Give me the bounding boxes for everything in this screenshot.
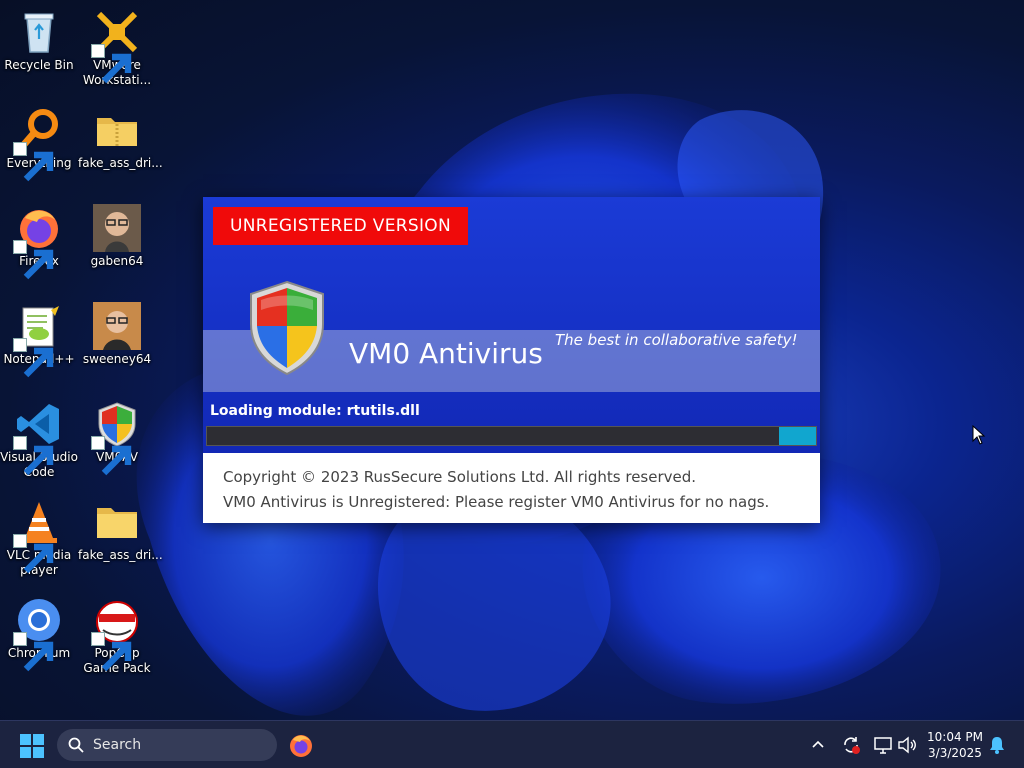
sync-error-icon[interactable] [840,734,862,756]
taskbar: Search 10:04 PM 3/3/2025 [0,720,1024,768]
progress-fill [779,427,816,445]
nag-text: VM0 Antivirus is Unregistered: Please re… [223,493,770,511]
desktop-icon-gaben64[interactable]: gaben64 [78,204,156,269]
splash-footer: Copyright © 2023 RusSecure Solutions Ltd… [203,453,820,523]
desktop-icon-firefox[interactable]: Firefox [0,204,78,280]
desktop-icon-label: fake_ass_dri... [78,156,163,170]
antivirus-splash-window: UNREGISTERED VERSION VM0 Antivirus The b… [203,197,820,523]
desktop-icon-label: Recycle Bin [4,58,74,72]
desktop-icon-vlc[interactable]: VLC media player [0,498,78,578]
tagline: The best in collaborative safety! [555,331,798,349]
user-photo-icon [93,302,141,350]
desktop-icon-vm0av[interactable]: VM0AV [78,400,156,476]
mouse-cursor-icon [972,425,986,445]
user-photo-icon [93,204,141,252]
desktop-icon-chromium[interactable]: Chromium [0,596,78,672]
notification-bell-icon[interactable] [988,735,1006,755]
desktop-icon-popcap[interactable]: PopCap Game Pack [78,596,156,676]
search-placeholder: Search [93,737,142,753]
desktop-icon-label: sweeney64 [82,352,152,366]
firefox-icon [13,204,63,280]
clock-date: 3/3/2025 [928,746,982,760]
notepadpp-icon [13,302,63,378]
windows-start-icon[interactable] [19,733,45,759]
shield-logo-icon [250,280,324,376]
shield-icon [91,400,141,476]
desktop-icon-folder[interactable]: fake_ass_dri... [78,498,163,563]
everything-search-icon [13,106,63,182]
desktop-icon-label: fake_ass_dri... [78,548,163,562]
unregistered-badge: UNREGISTERED VERSION [213,207,468,245]
popcap-icon [91,596,141,672]
loading-progress-bar [206,426,817,446]
clock-time: 10:04 PM [927,730,983,744]
system-clock[interactable]: 10:04 PM 3/3/2025 [920,729,990,761]
desktop-icon-recycle-bin[interactable]: Recycle Bin [0,8,78,73]
folder-icon [93,498,141,546]
product-name: VM0 Antivirus [349,337,543,370]
copyright-text: Copyright © 2023 RusSecure Solutions Ltd… [223,468,697,486]
search-icon [68,737,84,753]
desktop-icon-label: gaben64 [90,254,144,268]
firefox-taskbar-icon[interactable] [288,732,314,758]
desktop-icon-sweeney64[interactable]: sweeney64 [78,302,156,367]
taskbar-search-box[interactable]: Search [57,729,277,761]
splash-header-panel: UNREGISTERED VERSION VM0 Antivirus The b… [203,197,820,453]
zip-folder-icon [93,106,141,154]
desktop-icon-everything[interactable]: Everything [0,106,78,182]
chevron-up-icon[interactable] [811,737,825,751]
desktop-icon-vscode[interactable]: Visual Studio Code [0,400,78,480]
loading-status: Loading module: rtutils.dll [210,403,420,419]
recycle-bin-icon [15,8,63,56]
vlc-icon [13,498,63,574]
chromium-icon [13,596,63,672]
volume-icon[interactable] [896,734,918,756]
vscode-icon [13,400,63,476]
desktop-icon-vmware[interactable]: VMware Workstati... [78,8,156,88]
network-icon[interactable] [872,734,894,756]
desktop-icon-zip-folder[interactable]: fake_ass_dri... [78,106,163,171]
desktop-icon-notepadpp[interactable]: Notepad++ [0,302,78,378]
vmware-icon [91,8,141,84]
